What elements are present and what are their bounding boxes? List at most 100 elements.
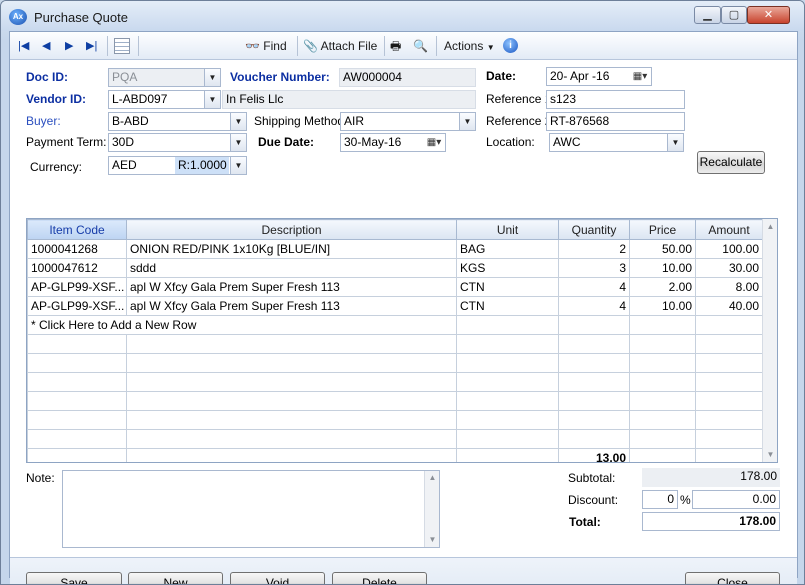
help-info-icon[interactable]: i <box>503 38 518 53</box>
total-quantity-cell: 13.00 <box>558 448 630 462</box>
item-code-cell[interactable]: 1000047612 <box>27 258 127 278</box>
unit-cell[interactable]: KGS <box>456 258 559 278</box>
table-row[interactable]: 1000047612 sddd KGS 3 10.00 30.00 <box>27 258 763 278</box>
empty-cell <box>126 410 457 430</box>
item-code-cell[interactable]: AP-GLP99-XSF... <box>27 277 127 297</box>
print-icon[interactable]: 🖶 <box>390 38 401 54</box>
vendor-name-field: In Felis Llc <box>222 90 476 109</box>
description-cell[interactable]: sddd <box>126 258 457 278</box>
amount-cell[interactable]: 8.00 <box>695 277 763 297</box>
unit-cell[interactable]: BAG <box>456 239 559 259</box>
delete-button[interactable]: Delete <box>332 572 427 584</box>
chevron-down-icon[interactable]: ▼ <box>230 113 246 130</box>
list-view-icon[interactable] <box>114 38 130 54</box>
date-value: 20- Apr -16 <box>550 69 610 83</box>
chevron-down-icon[interactable]: ▼ <box>230 157 246 174</box>
table-row[interactable]: AP-GLP99-XSF... apl W Xfcy Gala Prem Sup… <box>27 296 763 316</box>
reference-1-value: s123 <box>550 92 577 106</box>
column-header-quantity[interactable]: Quantity <box>558 219 630 240</box>
table-row[interactable]: AP-GLP99-XSF... apl W Xfcy Gala Prem Sup… <box>27 277 763 297</box>
void-button[interactable]: Void <box>230 572 325 584</box>
recalculate-button[interactable]: Recalculate <box>697 151 765 174</box>
amount-cell[interactable]: 100.00 <box>695 239 763 259</box>
empty-cell <box>456 353 559 373</box>
currency-select[interactable]: AED R:1.0000 ▼ <box>108 156 247 175</box>
discount-percent-input[interactable]: 0 <box>642 490 678 509</box>
prev-record-icon[interactable]: ◀ <box>42 38 50 54</box>
vendor-id-value: L-ABD097 <box>112 92 168 106</box>
reference-2-input[interactable]: RT-876568 <box>546 112 685 131</box>
amount-cell[interactable]: 30.00 <box>695 258 763 278</box>
grid-header-row: Item Code Description Unit Quantity Pric… <box>27 219 763 240</box>
quantity-cell[interactable]: 4 <box>558 277 630 297</box>
column-header-price[interactable]: Price <box>629 219 696 240</box>
chevron-down-icon[interactable]: ▼ <box>230 134 246 151</box>
price-cell[interactable]: 10.00 <box>629 258 696 278</box>
close-window-button[interactable]: ✕ <box>747 6 790 24</box>
shipping-method-select[interactable]: AIR ▼ <box>340 112 476 131</box>
description-cell[interactable]: ONION RED/PINK 1x10Kg [BLUE/IN] <box>126 239 457 259</box>
new-button[interactable]: New <box>128 572 223 584</box>
reference-1-input[interactable]: s123 <box>546 90 685 109</box>
chevron-down-icon[interactable]: ▼ <box>204 69 220 86</box>
maximize-button[interactable]: ▢ <box>721 6 747 24</box>
shipping-method-label: Shipping Method: <box>254 114 348 128</box>
calendar-icon[interactable]: ▦▾ <box>629 69 651 84</box>
price-cell[interactable]: 10.00 <box>629 296 696 316</box>
unit-cell[interactable]: CTN <box>456 277 559 297</box>
find-label: Find <box>263 39 287 53</box>
note-textarea[interactable]: ▲ ▼ <box>62 470 440 548</box>
location-select[interactable]: AWC ▼ <box>549 133 684 152</box>
due-date-label: Due Date: <box>258 135 315 149</box>
close-button[interactable]: Close <box>685 572 780 584</box>
line-items-table: Item Code Description Unit Quantity Pric… <box>27 219 763 462</box>
last-record-icon[interactable]: ▶| <box>86 38 97 54</box>
chevron-down-icon[interactable]: ▼ <box>667 134 683 151</box>
quantity-cell[interactable]: 4 <box>558 296 630 316</box>
empty-row <box>27 334 763 354</box>
date-picker[interactable]: 20- Apr -16 ▦▾ <box>546 67 652 86</box>
column-header-item-code[interactable]: Item Code <box>27 219 127 240</box>
unit-cell[interactable]: CTN <box>456 296 559 316</box>
actions-menu[interactable]: Actions ▼ <box>444 38 495 54</box>
scroll-down-icon[interactable]: ▼ <box>425 533 440 547</box>
column-header-unit[interactable]: Unit <box>456 219 559 240</box>
next-record-icon[interactable]: ▶ <box>65 38 73 54</box>
description-cell[interactable]: apl W Xfcy Gala Prem Super Fresh 113 <box>126 296 457 316</box>
quantity-cell[interactable]: 3 <box>558 258 630 278</box>
grid-vertical-scrollbar[interactable]: ▲ ▼ <box>762 219 777 462</box>
paperclip-icon: 📎 <box>303 39 318 53</box>
scroll-down-icon[interactable]: ▼ <box>763 447 777 462</box>
save-button[interactable]: Save <box>26 572 122 584</box>
column-header-amount[interactable]: Amount <box>695 219 763 240</box>
chevron-down-icon[interactable]: ▼ <box>459 113 475 130</box>
add-new-row-cell[interactable]: * Click Here to Add a New Row <box>27 315 457 335</box>
column-header-description[interactable]: Description <box>126 219 457 240</box>
scroll-up-icon[interactable]: ▲ <box>425 471 440 485</box>
buyer-select[interactable]: B-ABD ▼ <box>108 112 247 131</box>
vendor-id-select[interactable]: L-ABD097 ▼ <box>108 90 221 109</box>
discount-amount-input[interactable]: 0.00 <box>692 490 780 509</box>
first-record-icon[interactable]: |◀ <box>18 38 29 54</box>
find-button[interactable]: 👓 Find <box>245 38 287 54</box>
quantity-cell[interactable]: 2 <box>558 239 630 259</box>
chevron-down-icon[interactable]: ▼ <box>204 91 220 108</box>
price-cell[interactable]: 50.00 <box>629 239 696 259</box>
item-code-cell[interactable]: AP-GLP99-XSF... <box>27 296 127 316</box>
item-code-cell[interactable]: 1000041268 <box>27 239 127 259</box>
attach-file-button[interactable]: 📎 Attach File <box>303 38 377 54</box>
calendar-icon[interactable]: ▦▾ <box>423 135 445 150</box>
due-date-picker[interactable]: 30-May-16 ▦▾ <box>340 133 446 152</box>
table-row[interactable]: 1000041268 ONION RED/PINK 1x10Kg [BLUE/I… <box>27 239 763 259</box>
payment-term-select[interactable]: 30D ▼ <box>108 133 247 152</box>
minimize-button[interactable]: ▁ <box>694 6 721 24</box>
description-cell[interactable]: apl W Xfcy Gala Prem Super Fresh 113 <box>126 277 457 297</box>
price-cell[interactable]: 2.00 <box>629 277 696 297</box>
app-logo-icon: Ax <box>9 9 27 25</box>
new-row[interactable]: * Click Here to Add a New Row <box>27 315 763 335</box>
doc-id-select[interactable]: PQA ▼ <box>108 68 221 87</box>
note-vertical-scrollbar[interactable]: ▲ ▼ <box>424 471 439 547</box>
print-preview-icon[interactable]: 🔍 <box>413 38 428 54</box>
scroll-up-icon[interactable]: ▲ <box>763 219 777 234</box>
amount-cell[interactable]: 40.00 <box>695 296 763 316</box>
